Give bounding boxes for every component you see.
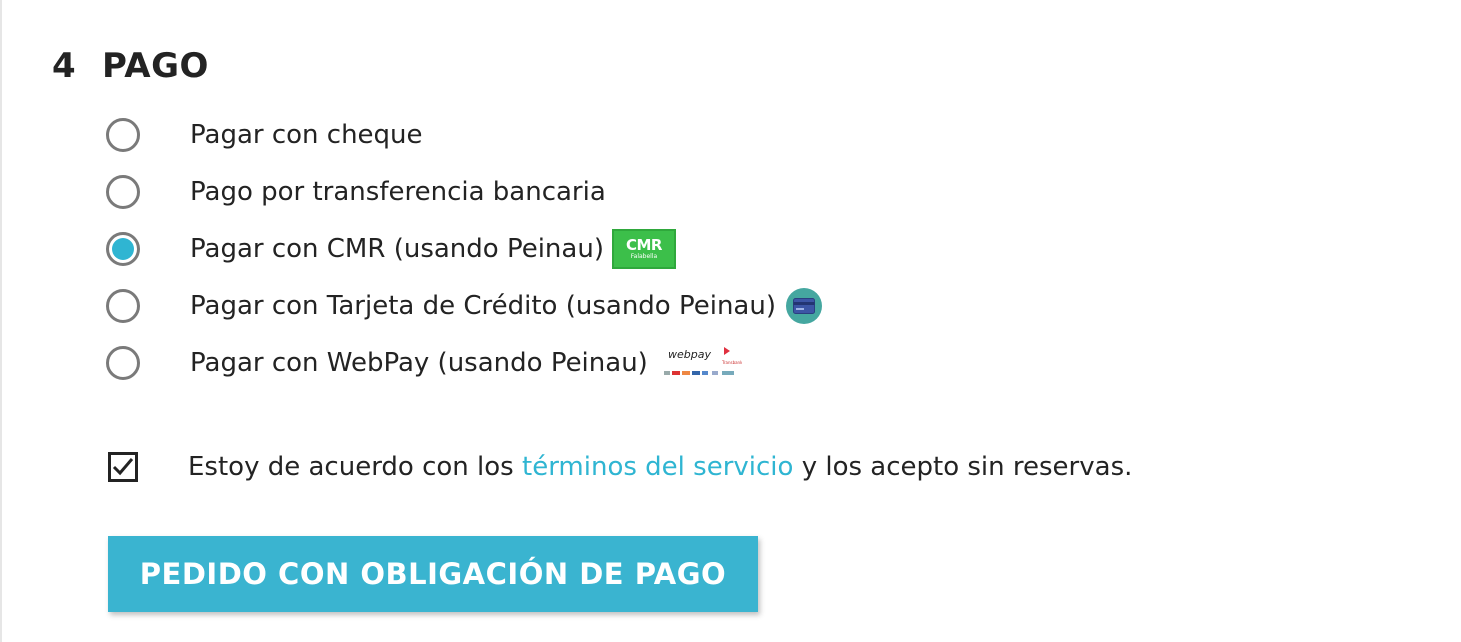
checkmark-icon [112,458,134,476]
credit-card-icon [785,287,822,324]
cmr-logo-subtext: Falabella [630,252,658,260]
payment-option-label-wrap: Pagar con Tarjeta de Crédito (usando Pei… [190,287,822,324]
payment-option-label: Pagar con Tarjeta de Crédito (usando Pei… [190,290,776,321]
svg-text:webpay: webpay [668,348,711,361]
checkout-payment-step: 4 PAGO Pagar con cheque Pago por transfe… [0,0,1461,642]
cmr-falabella-logo: CMR Falabella [611,228,676,269]
payment-option-cmr[interactable]: Pagar con CMR (usando Peinau) CMR Falabe… [106,220,676,277]
payment-option-label: Pagar con cheque [190,119,423,150]
payment-option-label: Pagar con WebPay (usando Peinau) [190,347,648,378]
payment-option-credit-card[interactable]: Pagar con Tarjeta de Crédito (usando Pei… [106,277,822,334]
payment-option-label-wrap: Pagar con WebPay (usando Peinau) webpay … [190,343,743,383]
step-header: 4 PAGO [52,46,209,86]
radio-selected-dot [112,237,134,260]
radio-button[interactable] [106,117,140,152]
payment-option-bank-transfer[interactable]: Pago por transferencia bancaria [106,163,606,220]
terms-checkbox[interactable] [108,452,138,482]
terms-text: Estoy de acuerdo con los términos del se… [188,452,1132,482]
radio-button[interactable] [106,345,140,380]
svg-text:Transbank: Transbank [721,360,742,365]
terms-agreement: Estoy de acuerdo con los términos del se… [108,452,1132,482]
payment-options-list: Pagar con cheque Pago por transferencia … [106,106,822,391]
terms-of-service-link[interactable]: términos del servicio [522,452,793,482]
webpay-logo: webpay Transbank [662,343,743,383]
step-title: PAGO [102,46,209,86]
radio-button[interactable] [106,288,140,323]
cmr-logo-text: CMR [625,235,663,254]
payment-option-webpay[interactable]: Pagar con WebPay (usando Peinau) webpay … [106,334,743,391]
payment-option-label: Pagar con CMR (usando Peinau) [190,233,604,264]
place-order-button[interactable]: PEDIDO CON OBLIGACIÓN DE PAGO [108,536,758,612]
payment-option-cheque[interactable]: Pagar con cheque [106,106,423,163]
terms-suffix: y los acepto sin reservas. [793,452,1133,482]
radio-button[interactable] [106,174,140,209]
step-number: 4 [52,46,77,86]
terms-prefix: Estoy de acuerdo con los [188,452,522,482]
radio-button-selected[interactable] [106,231,140,266]
payment-option-label-wrap: Pagar con CMR (usando Peinau) CMR Falabe… [190,228,676,269]
payment-option-label: Pago por transferencia bancaria [190,176,606,207]
